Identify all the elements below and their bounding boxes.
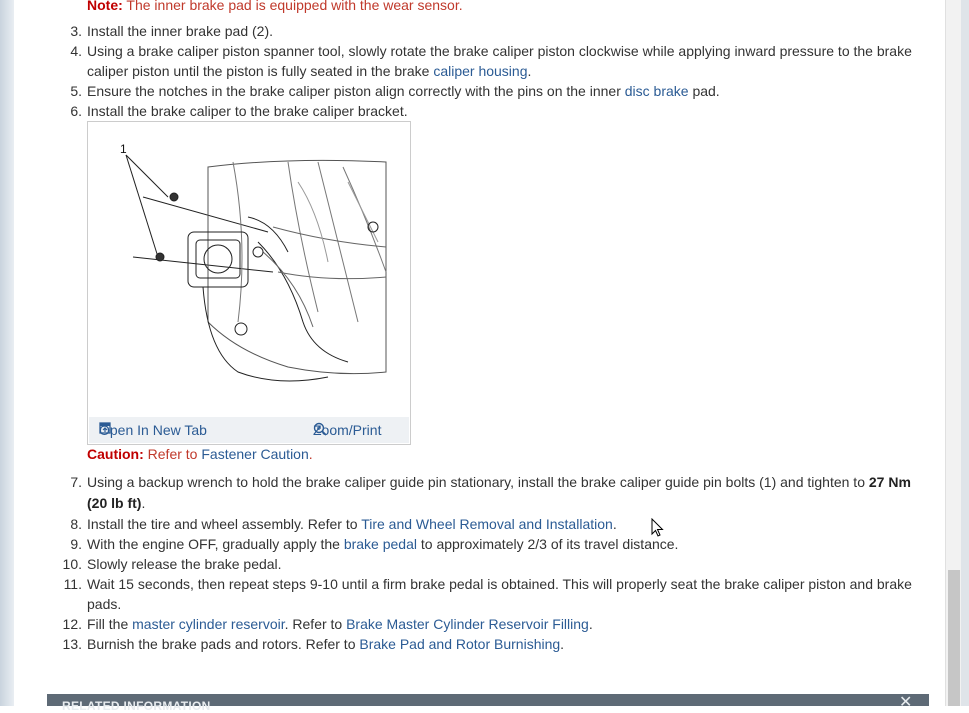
note-text: The inner brake pad is equipped with the… [122,0,463,13]
step-text-part: . [527,63,532,79]
step-text-part: . [612,516,617,532]
step-number: 8. [70,516,82,532]
step-text: Install the brake caliper to the brake c… [87,103,408,119]
step-number: 4. [70,43,82,59]
step-text-part: . [141,495,146,511]
step-text-part: . Refer to [284,616,347,632]
step-number: 10. [62,556,82,572]
link-tire-wheel[interactable]: Tire and Wheel Removal and Installation [361,516,613,532]
link-disc-brake[interactable]: disc brake [625,83,689,99]
step-text-part: . [560,636,565,652]
step-number: 12. [62,616,82,632]
zoom-print-button[interactable]: Zoom/Print [313,422,381,438]
link-fastener-caution[interactable]: Fastener Caution [201,446,308,462]
link-brake-pedal[interactable]: brake pedal [344,536,417,552]
open-tab-icon [99,422,111,434]
step-text-part: to approximately 2/3 of its travel dista… [416,536,679,552]
caution-text: Refer to [143,446,202,462]
open-in-new-tab-button[interactable]: Open In New Tab [99,422,207,438]
step-text: Burnish the brake pads and rotors. Refer… [87,634,564,654]
step-number: 7. [70,474,82,490]
note-line: Note: The inner brake pad is equipped wi… [87,0,463,15]
step-text: Fill the master cylinder reservoir. Refe… [87,614,593,634]
caution-label: Caution: [87,446,144,462]
step-number: 5. [70,83,82,99]
step-text: pads. [87,596,122,612]
step-number: 11. [63,576,82,592]
torque-lbft: (20 lb ft) [87,495,142,511]
link-pad-rotor-burnishing[interactable]: Brake Pad and Rotor Burnishing [359,636,560,652]
step-text: Using a brake caliper piston spanner too… [87,43,912,59]
link-master-cylinder-reservoir[interactable]: master cylinder reservoir [132,616,285,632]
caution-line: Caution: Refer to Fastener Caution. [87,444,313,464]
figure-toolbar: Open In New Tab Zoom/Print [89,417,409,443]
step-number: 13. [62,636,82,652]
step-number: 6. [70,103,82,119]
related-information-title: RELATED INFORMATION [62,699,211,713]
note-label: Note: [87,0,123,13]
callout-label: 1 [120,142,127,156]
step-text: Install the inner brake pad (2). [87,23,273,39]
link-reservoir-filling[interactable]: Brake Master Cylinder Reservoir Filling [346,616,589,632]
step-text: (20 lb ft). [87,493,145,513]
background-strip [0,0,14,706]
step-text-part: . [588,616,593,632]
step-text: Ensure the notches in the brake caliper … [87,81,720,101]
step-text: Using a backup wrench to hold the brake … [87,472,911,492]
mouse-cursor-icon [651,518,664,537]
close-icon[interactable]: ✕ [899,695,913,711]
step-text: Wait 15 seconds, then repeat steps 9-10 … [87,576,912,592]
step-text-part: caliper piston until the piston is fully… [87,63,434,79]
step-text-part: pad. [688,83,720,99]
scrollbar-thumb[interactable] [948,570,960,706]
step-text: caliper piston until the piston is fully… [87,61,531,81]
related-information-bar[interactable]: RELATED INFORMATION ✕ [47,694,929,713]
step-text-part: Fill the [87,616,133,632]
step-text: With the engine OFF, gradually apply the… [87,534,678,554]
caution-end: . [308,446,313,462]
window-edge [961,0,969,706]
step-text-part: Ensure the notches in the brake caliper … [87,83,625,99]
caliper-illustration: 1 [120,142,387,382]
step-text-part: Burnish the brake pads and rotors. Refer… [87,636,360,652]
procedure-content: Note: The inner brake pad is equipped wi… [47,0,929,706]
open-tab-label: Open In New Tab [99,422,207,438]
step-text-part: With the engine OFF, gradually apply the [87,536,344,552]
step-text-part: Using a backup wrench to hold the brake … [87,474,869,490]
step-number: 3. [70,23,82,39]
vertical-scrollbar[interactable] [945,0,962,706]
step-text-part: Install the tire and wheel assembly. Ref… [87,516,362,532]
link-caliper-housing[interactable]: caliper housing [433,63,527,79]
step-text: Install the tire and wheel assembly. Ref… [87,514,617,534]
brake-caliper-figure: 1 Open In New Tab Zoom/Print [87,121,411,445]
torque-nm: 27 Nm [868,474,911,490]
step-number: 9. [70,536,82,552]
zoom-icon [313,422,327,436]
step-text: Slowly release the brake pedal. [87,556,282,572]
